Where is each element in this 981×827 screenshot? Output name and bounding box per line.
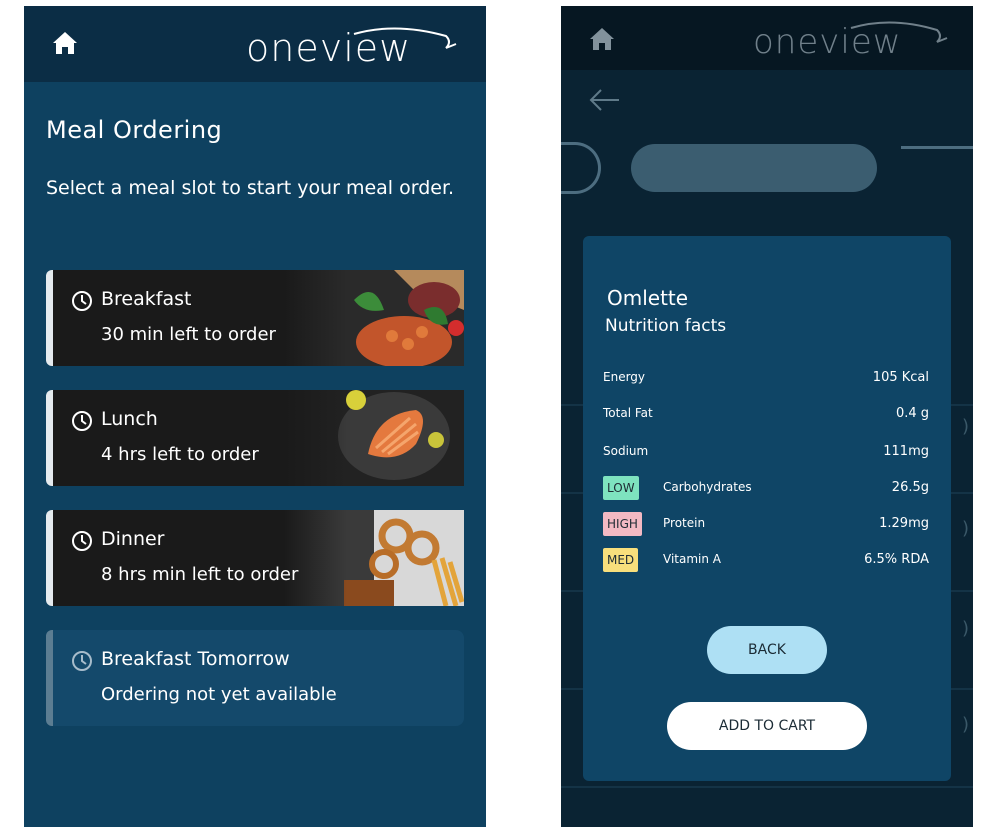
nutrition-screen: oneview ) ) ) ) Omlette Nutrition facts … — [561, 6, 973, 827]
logo-text: oneview — [753, 22, 902, 62]
nutrition-label: Protein — [663, 516, 706, 530]
meal-slot-status: Ordering not yet available — [101, 684, 337, 705]
nutrition-row-protein: HIGH Protein 1.29mg — [603, 512, 929, 536]
page-title: Meal Ordering — [46, 116, 223, 144]
meal-slot-dinner[interactable]: Dinner 8 hrs min left to order — [46, 510, 464, 606]
clock-icon — [72, 651, 92, 671]
item-name: Omlette — [607, 286, 689, 310]
clock-icon — [72, 531, 92, 551]
app-header: oneview — [561, 6, 973, 70]
nutrition-row-energy: Energy 105 Kcal — [603, 366, 929, 390]
oneview-logo: oneview — [246, 14, 466, 74]
nutrition-row-vitamin-a: MED Vitamin A 6.5% RDA — [603, 548, 929, 572]
meal-slot-lunch[interactable]: Lunch 4 hrs left to order — [46, 390, 464, 486]
nutrition-row-carbohydrates: LOW Carbohydrates 26.5g — [603, 476, 929, 500]
nutrition-value: 1.29mg — [879, 516, 929, 531]
chevron-right-icon: ) — [961, 618, 969, 639]
background-pill — [631, 144, 877, 192]
logo-text: oneview — [246, 26, 412, 70]
clock-icon — [72, 411, 92, 431]
back-button[interactable]: BACK — [707, 626, 827, 674]
add-to-cart-button[interactable]: ADD TO CART — [667, 702, 867, 750]
dinner-food-image — [284, 510, 464, 606]
meal-slot-name: Dinner — [101, 528, 165, 550]
page-subtitle: Select a meal slot to start your meal or… — [46, 177, 455, 199]
nutrition-label: Energy — [603, 370, 646, 384]
meal-slot-breakfast-tomorrow: Breakfast Tomorrow Ordering not yet avai… — [46, 630, 464, 726]
nutrition-label: Sodium — [603, 444, 649, 458]
nutrition-value: 0.4 g — [895, 406, 929, 421]
level-badge-med: MED — [603, 548, 639, 572]
meal-slot-name: Lunch — [101, 408, 158, 430]
oneview-logo: oneview — [753, 10, 953, 66]
level-badge-low: LOW — [603, 476, 639, 500]
nutrition-facts-title: Nutrition facts — [605, 316, 727, 336]
nutrition-label: Carbohydrates — [663, 480, 752, 494]
back-arrow-icon[interactable] — [587, 88, 621, 112]
meal-slot-status: 30 min left to order — [101, 324, 276, 345]
nutrition-modal: Omlette Nutrition facts Energy 105 Kcal … — [583, 236, 951, 781]
chevron-right-icon: ) — [961, 714, 969, 735]
lunch-food-image — [284, 390, 464, 486]
nutrition-label: Vitamin A — [663, 552, 721, 566]
clock-icon — [72, 291, 92, 311]
meal-slot-breakfast[interactable]: Breakfast 30 min left to order — [46, 270, 464, 366]
chevron-right-icon: ) — [961, 518, 969, 539]
meal-slot-status: 8 hrs min left to order — [101, 564, 299, 585]
background-decoration — [901, 146, 973, 149]
app-header: oneview — [24, 6, 486, 82]
background-divider — [561, 786, 973, 788]
nutrition-value: 6.5% RDA — [864, 552, 929, 567]
meal-ordering-screen: oneview Meal Ordering Select a meal slot… — [24, 6, 486, 827]
nutrition-row-sodium: Sodium 111mg — [603, 440, 929, 464]
home-icon[interactable] — [589, 26, 615, 52]
nutrition-value: 105 Kcal — [872, 370, 929, 385]
background-decoration — [561, 142, 601, 194]
level-badge-high: HIGH — [603, 512, 642, 536]
meal-slot-name: Breakfast — [101, 288, 192, 310]
nutrition-value: 26.5g — [891, 480, 929, 495]
breakfast-food-image — [284, 270, 464, 366]
nutrition-value: 111mg — [883, 444, 929, 459]
meal-slot-name: Breakfast Tomorrow — [101, 648, 290, 670]
nutrition-label: Total Fat — [603, 406, 653, 420]
meal-slot-status: 4 hrs left to order — [101, 444, 259, 465]
nutrition-row-total-fat: Total Fat 0.4 g — [603, 402, 929, 426]
chevron-right-icon: ) — [961, 416, 969, 437]
home-icon[interactable] — [52, 30, 78, 56]
